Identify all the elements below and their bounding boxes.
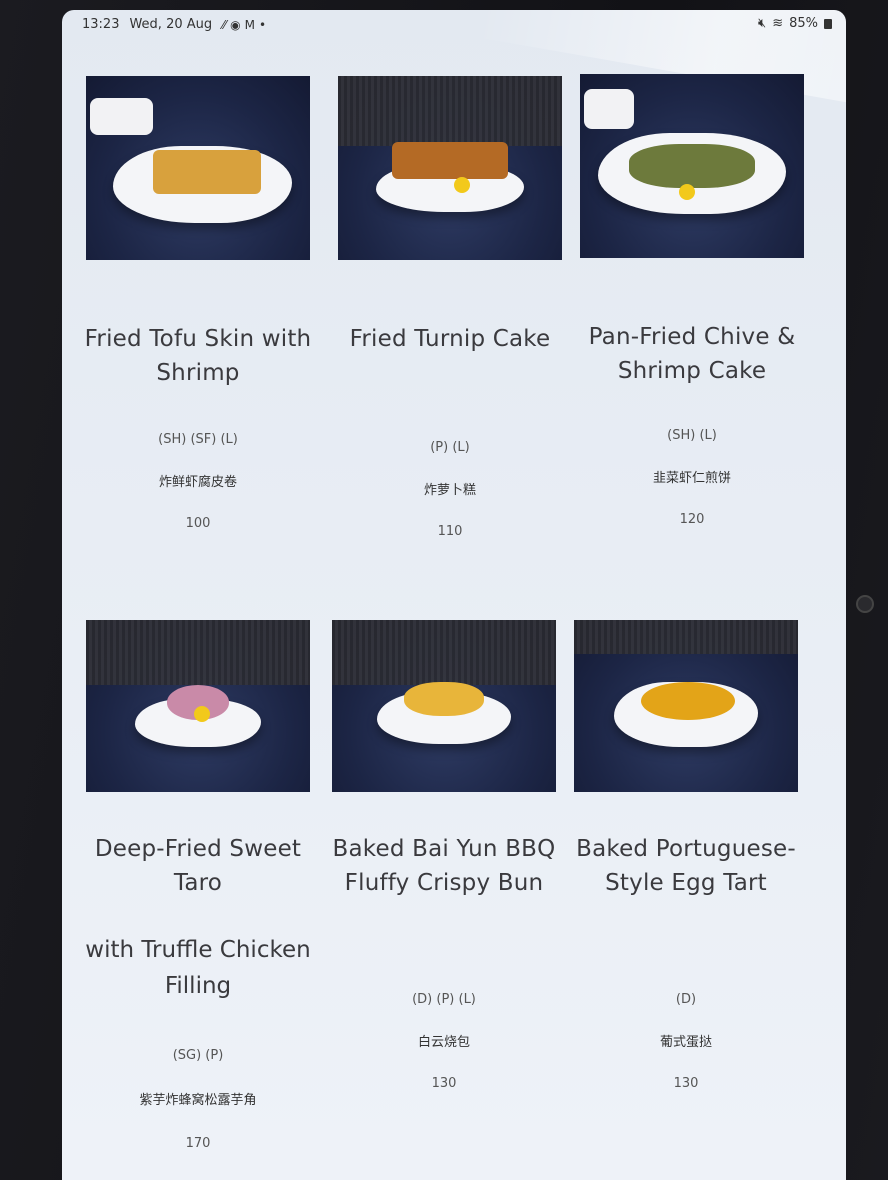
dish-tags: (SH) (SF) (L) (158, 432, 238, 447)
dish-price: 170 (185, 1136, 211, 1151)
more-dot-icon: • (259, 17, 267, 32)
menu-item[interactable]: Baked Portuguese-Style Egg Tart (D) 葡式蛋挞… (568, 620, 804, 1091)
tablet-frame: 13:23 Wed, 20 Aug ⁄⁄ ◉ M • 🔇︎ ≋ 85% Frie… (0, 0, 888, 1180)
dish-price: 100 (185, 516, 211, 531)
chive-cakes (629, 143, 755, 189)
dish-name: Fried Turnip Cake (349, 326, 551, 352)
mute-icon: 🔇︎ (757, 16, 767, 31)
signal-slash-icon: ⁄⁄ (222, 17, 227, 32)
sauce-dish (584, 88, 634, 130)
backdrop-wall (332, 620, 556, 686)
dish-price: 130 (431, 1076, 457, 1091)
dish-price: 120 (679, 512, 705, 527)
dish-price: 130 (673, 1076, 699, 1091)
menu-item[interactable]: Pan-Fried Chive & Shrimp Cake (SH) (L) 韭… (574, 74, 810, 527)
dish-tags: (SH) (L) (667, 428, 717, 443)
dish-chinese-name: 炸萝卜糕 (423, 483, 476, 498)
dish-tags: (P) (L) (430, 440, 470, 455)
dish-name: Baked Bai Yun BBQ Fluffy Crispy Bun (332, 836, 556, 896)
dish-name: Baked Portuguese-Style Egg Tart (576, 836, 796, 896)
dish-name: Pan-Fried Chive & Shrimp Cake (588, 324, 796, 384)
status-time: 13:23 (82, 17, 120, 32)
dish-photo (574, 620, 798, 792)
dish-chinese-name: 炸鲜虾腐皮卷 (158, 475, 237, 490)
garnish-flower (193, 706, 210, 722)
dish-tags: (SG) (P) (172, 1048, 224, 1063)
status-right: 🔇︎ ≋ 85% (758, 16, 832, 31)
dish-chinese-name: 白云烧包 (417, 1035, 470, 1050)
sauce-dish (90, 98, 154, 135)
backdrop-wall (338, 76, 562, 146)
dish-photo (86, 620, 310, 792)
wifi-icon: ≋ (772, 16, 784, 31)
dish-photo (332, 620, 556, 792)
garnish-flower (678, 184, 695, 201)
screen: 13:23 Wed, 20 Aug ⁄⁄ ◉ M • 🔇︎ ≋ 85% Frie… (62, 10, 846, 1180)
status-date: Wed, 20 Aug (129, 17, 213, 32)
dish-price: 110 (437, 524, 463, 539)
tofu-skin-rolls (153, 149, 261, 194)
menu-item[interactable]: Fried Turnip Cake (P) (L) 炸萝卜糕 110 (332, 76, 568, 539)
dish-name: Deep-Fried Sweet Taro (94, 836, 302, 896)
dish-photo (86, 76, 310, 260)
backdrop-wall (574, 620, 798, 655)
status-bar: 13:23 Wed, 20 Aug ⁄⁄ ◉ M • 🔇︎ ≋ 85% (62, 10, 846, 38)
dish-chinese-name: 葡式蛋挞 (659, 1035, 712, 1050)
menu-item[interactable]: Deep-Fried Sweet Taro with Truffle Chick… (80, 620, 316, 1151)
backdrop-wall (86, 620, 310, 686)
battery-level: 85% (789, 16, 818, 31)
battery-icon (824, 18, 832, 29)
dish-chinese-name: 紫芋炸蜂窝松露芋角 (139, 1093, 257, 1108)
dish-photo (580, 74, 804, 258)
status-left: 13:23 Wed, 20 Aug ⁄⁄ ◉ M • (82, 17, 266, 32)
egg-tarts (641, 681, 736, 720)
dish-tags: (D) (675, 992, 697, 1007)
menu-item[interactable]: Fried Tofu Skin with Shrimp (SH) (SF) (L… (80, 76, 316, 531)
menu-item[interactable]: Baked Bai Yun BBQ Fluffy Crispy Bun (D) … (326, 620, 562, 1091)
dish-tags: (D) (P) (L) (412, 992, 476, 1007)
dish-chinese-name: 韭菜虾仁煎饼 (652, 471, 731, 486)
bbq-buns (403, 681, 485, 717)
notification-icons: ⁄⁄ ◉ M • (222, 18, 266, 32)
camera-lens (856, 595, 874, 613)
dish-name-extra: with Truffle Chicken Filling (85, 937, 311, 999)
mail-icon: M (244, 17, 255, 32)
turnip-cakes (391, 142, 509, 180)
dish-photo (338, 76, 562, 260)
app-icon: ◉ (230, 17, 241, 32)
dish-name: Fried Tofu Skin with Shrimp (84, 326, 312, 386)
